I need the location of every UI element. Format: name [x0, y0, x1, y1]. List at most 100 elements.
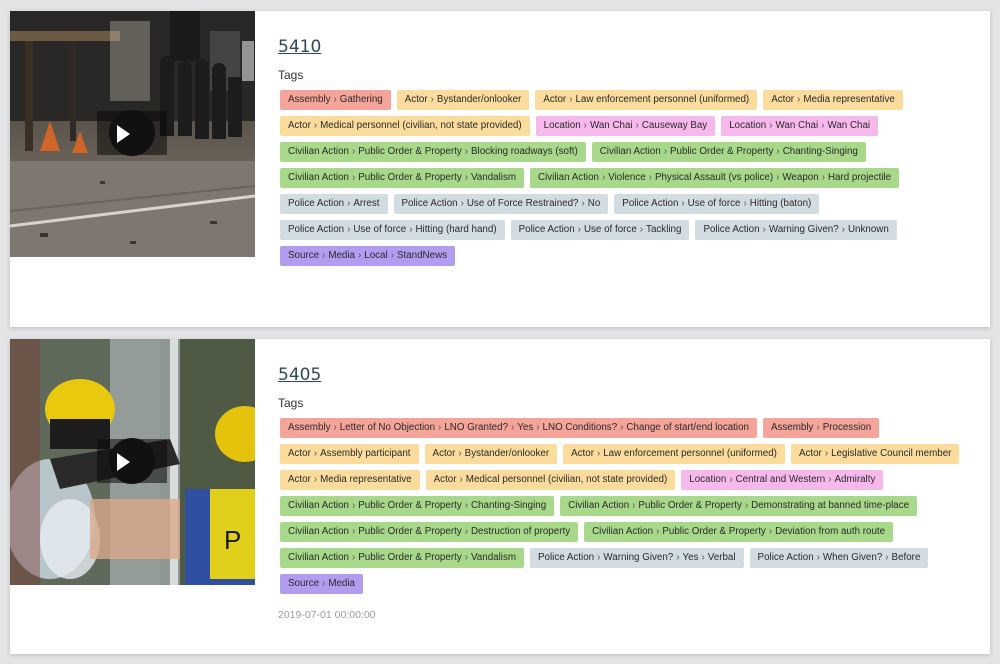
- chevron-right-icon: ›: [352, 146, 356, 157]
- tag-chip-source[interactable]: Source › Media › Local › StandNews: [280, 246, 456, 266]
- tag-part: Location: [689, 474, 727, 485]
- tag-part: Actor: [288, 120, 311, 131]
- tag-chip-civilian[interactable]: Civilian Action › Public Order & Property ›…: [591, 142, 866, 162]
- chevron-right-icon: ›: [313, 120, 318, 131]
- tag-chip-police[interactable]: Police Action › Use of force › Tackling: [510, 220, 690, 240]
- tag-chip-actor[interactable]: Actor › Assembly participant: [280, 444, 419, 464]
- tag-chip-civilian[interactable]: Civilian Action › Public Order & Property ›…: [280, 168, 524, 188]
- chevron-right-icon: ›: [816, 552, 820, 563]
- tag-part: Assembly: [288, 94, 331, 105]
- tag-chip-police[interactable]: Police Action › Use of force › Hitting (bato…: [614, 194, 820, 214]
- tag-part: Civilian Action: [599, 146, 661, 157]
- play-triangle: [117, 453, 130, 471]
- tag-chip-civilian[interactable]: Civilian Action › Public Order & Property ›…: [280, 496, 555, 516]
- tag-chip-actor[interactable]: Actor › Media representative: [763, 90, 903, 110]
- chevron-right-icon: ›: [744, 500, 749, 511]
- record-id-link[interactable]: 5410: [278, 37, 321, 57]
- tag-part: Arrest: [353, 198, 380, 209]
- chevron-right-icon: ›: [333, 422, 337, 433]
- tag-chip-actor[interactable]: Actor › Law enforcement personnel (uniform…: [563, 444, 785, 464]
- chevron-right-icon: ›: [313, 474, 318, 485]
- tag-chip-assembly[interactable]: Assembly › Gathering: [280, 90, 391, 110]
- tag-part: Public Order & Property: [662, 526, 766, 537]
- tag-part: Actor: [771, 94, 795, 105]
- tag-chip-police[interactable]: Police Action › Use of Force Restrained? › N…: [393, 194, 609, 214]
- chevron-right-icon: ›: [776, 146, 780, 157]
- chevron-right-icon: ›: [632, 500, 636, 511]
- chevron-right-icon: ›: [776, 172, 780, 183]
- svg-text:P: P: [224, 525, 241, 555]
- chevron-right-icon: ›: [841, 224, 845, 235]
- tag-chip-assembly[interactable]: Assembly › Procession: [762, 418, 880, 438]
- tag-chip-police[interactable]: Police Action › Use of force › Hitting (hard…: [280, 220, 505, 240]
- tag-chip-actor[interactable]: Actor › Bystander/onlooker: [424, 444, 558, 464]
- tag-part: Media representative: [320, 474, 412, 485]
- record-id-link[interactable]: 5405: [278, 365, 321, 385]
- chevron-right-icon: ›: [464, 146, 468, 157]
- tag-part: Media: [328, 578, 355, 589]
- tag-chip-police[interactable]: Police Action › Warning Given? › Unknown: [695, 220, 897, 240]
- tag-chip-actor[interactable]: Actor › Media representative: [280, 470, 420, 490]
- tag-chip-actor[interactable]: Actor › Medical personnel (civilian, not s…: [280, 116, 530, 136]
- tag-part: Warning Given?: [603, 552, 674, 563]
- video-thumbnail[interactable]: [10, 11, 255, 257]
- tag-chip-assembly[interactable]: Assembly › Letter of No Objection › LNO Gran…: [280, 418, 757, 438]
- tag-part: LNO Conditions?: [542, 422, 618, 433]
- chevron-right-icon: ›: [885, 552, 889, 563]
- chevron-right-icon: ›: [676, 552, 680, 563]
- incident-card: P 5405 Tags Assembly › Letter of No Object…: [10, 339, 990, 654]
- tag-chip-actor[interactable]: Actor › Medical personnel (civilian, not s…: [425, 470, 676, 490]
- chevron-right-icon: ›: [635, 120, 639, 131]
- tag-chip-source[interactable]: Source › Media: [280, 574, 363, 594]
- tag-chip-location[interactable]: Location › Wan Chai › Wan Chai: [721, 116, 879, 136]
- tag-chip-civilian[interactable]: Civilian Action › Public Order & Property ›…: [584, 522, 894, 542]
- chevron-right-icon: ›: [464, 526, 468, 537]
- tag-chip-actor[interactable]: Actor › Legislative Council member: [790, 444, 960, 464]
- tag-chip-civilian[interactable]: Civilian Action › Public Order & Property ›…: [560, 496, 918, 516]
- tag-part: Gathering: [339, 94, 383, 105]
- tag-part: Actor: [433, 474, 457, 485]
- chevron-right-icon: ›: [352, 500, 356, 511]
- tag-chip-actor[interactable]: Actor › Bystander/onlooker: [396, 90, 530, 110]
- tag-chip-civilian[interactable]: Civilian Action › Public Order & Property ›…: [280, 522, 579, 542]
- tag-chip-location[interactable]: Location › Wan Chai › Causeway Bay: [535, 116, 716, 136]
- tag-part: Police Action: [538, 552, 595, 563]
- tag-chip-police[interactable]: Police Action › Arrest: [280, 194, 388, 214]
- tag-part: Police Action: [703, 224, 760, 235]
- tag-part: Violence: [608, 172, 646, 183]
- chevron-right-icon: ›: [464, 500, 468, 511]
- tag-part: Civilian Action: [288, 146, 349, 157]
- tag-part: Admiralty: [834, 474, 876, 485]
- tag-chip-police[interactable]: Police Action › Warning Given? › Yes › Verbal: [530, 548, 744, 568]
- tag-chip-civilian[interactable]: Civilian Action › Public Order & Property ›…: [280, 548, 524, 568]
- tag-chip-police[interactable]: Police Action › When Given? › Before: [749, 548, 929, 568]
- chevron-right-icon: ›: [352, 526, 356, 537]
- tag-part: Civilian Action: [592, 526, 654, 537]
- tag-chip-civilian[interactable]: Civilian Action › Violence › Physical Assaul…: [530, 168, 900, 188]
- tag-part: Vandalism: [470, 172, 516, 183]
- tag-chip-location[interactable]: Location › Central and Western › Admiralty: [681, 470, 884, 490]
- tag-part: Public Order & Property: [358, 552, 462, 563]
- tag-part: Civilian Action: [568, 500, 630, 511]
- chevron-right-icon: ›: [347, 198, 351, 209]
- tag-part: Police Action: [622, 198, 679, 209]
- tag-part: Hitting (baton): [749, 198, 812, 209]
- video-thumbnail[interactable]: P: [10, 339, 255, 585]
- tag-part: Blocking roadways (soft): [470, 146, 578, 157]
- tag-chip-civilian[interactable]: Civilian Action › Public Order & Property ›…: [280, 142, 586, 162]
- tag-part: Chanting-Singing: [782, 146, 858, 157]
- tag-part: Police Action: [757, 552, 814, 563]
- tag-part: Media representative: [803, 94, 895, 105]
- tag-list: Assembly › Letter of No Objection › LNO Gran…: [280, 418, 970, 594]
- chevron-right-icon: ›: [322, 578, 326, 589]
- tag-part: Bystander/onlooker: [464, 448, 550, 459]
- chevron-right-icon: ›: [769, 120, 773, 131]
- chevron-right-icon: ›: [597, 552, 601, 563]
- play-button[interactable]: [97, 438, 167, 484]
- chevron-right-icon: ›: [797, 94, 801, 105]
- tag-part: Procession: [822, 422, 872, 433]
- tag-part: Unknown: [847, 224, 889, 235]
- tag-part: Yes: [517, 422, 534, 433]
- tag-chip-actor[interactable]: Actor › Law enforcement personnel (uniform…: [535, 90, 758, 110]
- play-button[interactable]: [97, 110, 167, 156]
